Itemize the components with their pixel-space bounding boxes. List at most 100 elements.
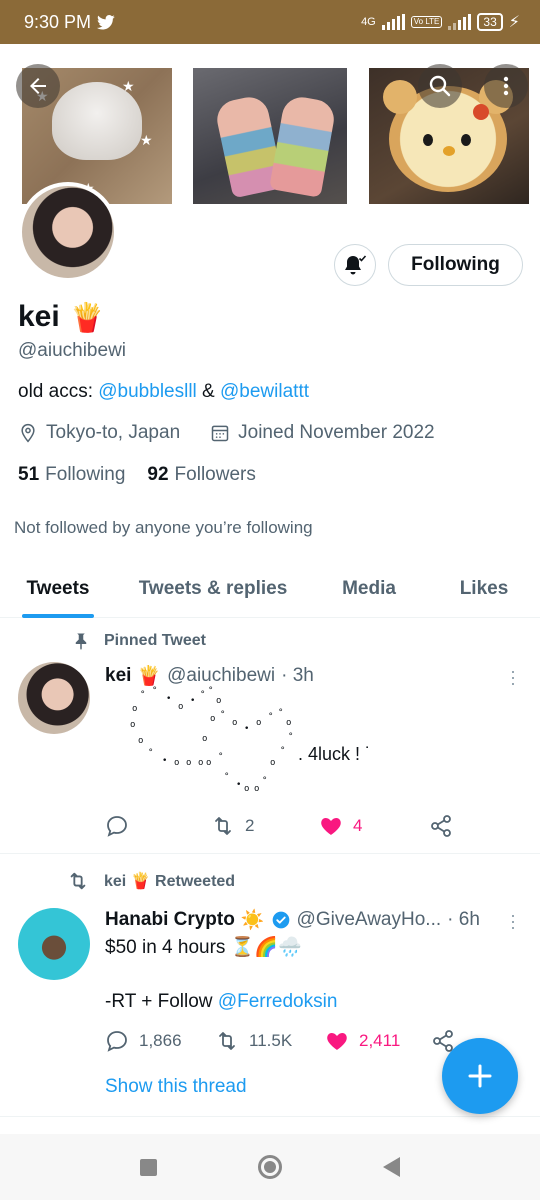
- not-followed-notice: Not followed by anyone you’re following: [14, 518, 313, 537]
- following-count: 51: [18, 464, 40, 485]
- sun-emoji: ☀️: [240, 910, 265, 931]
- like-count: 2,411: [359, 1031, 401, 1050]
- luck-text: . 4luck ! ˙: [298, 744, 372, 764]
- search-button[interactable]: [418, 64, 462, 108]
- profile-avatar[interactable]: [18, 182, 118, 282]
- following-button[interactable]: Following: [388, 244, 523, 286]
- tweet-avatar[interactable]: [18, 662, 90, 734]
- heart-filled-icon: [321, 818, 341, 835]
- android-nav-bar: [0, 1134, 540, 1200]
- bio-prefix: old accs:: [18, 381, 99, 402]
- reply-button[interactable]: 1,866: [105, 1029, 215, 1053]
- like-count: 4: [353, 816, 363, 835]
- more-vertical-icon: [503, 76, 509, 96]
- plus-icon: [468, 1064, 492, 1088]
- search-icon: [429, 75, 451, 97]
- profile-tabs: Tweets Tweets & replies Media Likes: [0, 560, 540, 618]
- status-time-text: 9:30 PM: [24, 11, 92, 32]
- tweet-text-rt: -RT + Follow: [105, 991, 218, 1012]
- fries-emoji: 🍟: [69, 301, 105, 333]
- retweet-context: kei 🍟 Retweeted: [66, 870, 235, 892]
- reply-icon: [107, 1031, 127, 1052]
- back-button[interactable]: [16, 64, 60, 108]
- followers-label: Followers: [174, 464, 256, 485]
- share-button[interactable]: [429, 814, 453, 838]
- profile-joined: Joined November 2022: [238, 422, 435, 443]
- location-pin-icon: [21, 423, 35, 443]
- retweet-count: 11.5K: [249, 1031, 293, 1050]
- tweet-mention-link[interactable]: @Ferredoksin: [218, 991, 338, 1012]
- status-bar: 9:30 PM 4G Vo LTE 33 ⚡: [0, 0, 540, 44]
- signal-icon: [381, 14, 405, 30]
- following-count-link[interactable]: 51 Following: [18, 464, 125, 486]
- show-thread-link[interactable]: Show this thread: [105, 1076, 247, 1098]
- retweet-button[interactable]: 2: [211, 814, 319, 838]
- reply-count: 1,866: [139, 1031, 182, 1050]
- more-options-button[interactable]: [484, 64, 528, 108]
- back-nav-button[interactable]: [382, 1157, 400, 1177]
- compose-tweet-button[interactable]: [442, 1038, 518, 1114]
- status-time: 9:30 PM: [24, 12, 115, 33]
- tab-likes[interactable]: Likes: [428, 560, 540, 618]
- retweet-icon: [70, 872, 86, 890]
- tweet-actions: 2 4: [105, 814, 465, 838]
- charging-icon: ⚡: [508, 14, 520, 31]
- retweet-count: 2: [245, 816, 255, 835]
- retweet-icon: [215, 817, 231, 835]
- bio-link-bubbleslll[interactable]: @bubbleslll: [98, 381, 197, 402]
- bio-link-bewilattt[interactable]: @bewilattt: [220, 381, 309, 402]
- bio-and: &: [196, 381, 221, 402]
- calendar-icon: [211, 425, 229, 442]
- recent-apps-button[interactable]: [140, 1158, 158, 1176]
- profile-name: kei 🍟: [18, 300, 105, 334]
- followers-count-link[interactable]: 92 Followers: [147, 464, 255, 486]
- tweet-text-line1: $50 in 4 hours ⏳🌈🌧️: [105, 937, 302, 958]
- followers-count: 92: [147, 464, 169, 485]
- heart-filled-icon: [327, 1033, 347, 1050]
- arrow-left-icon: [30, 78, 46, 94]
- pinned-context: Pinned Tweet: [72, 632, 206, 650]
- pin-icon: [75, 633, 87, 650]
- tweet-time: · 6h: [447, 909, 480, 930]
- signal-icon-2: [448, 14, 472, 30]
- tab-media[interactable]: Media: [310, 560, 428, 618]
- profile-location: Tokyo-to, Japan: [46, 422, 181, 443]
- retweeted-label: kei 🍟 Retweeted: [104, 873, 236, 890]
- profile-handle: @aiuchibewi: [18, 340, 127, 361]
- retweet-icon: [219, 1032, 235, 1050]
- tweet-header-hanabi: Hanabi Crypto ☀️ @GiveAwayHo... · 6h: [105, 908, 480, 932]
- reply-button[interactable]: [105, 814, 211, 838]
- like-button[interactable]: 4: [319, 814, 429, 838]
- tweet-divider: [0, 853, 540, 854]
- share-icon: [431, 815, 451, 837]
- notifications-bell-button[interactable]: [334, 244, 376, 286]
- battery-icon: 33: [477, 13, 503, 31]
- tweet-more-icon[interactable]: · · ·: [510, 662, 516, 692]
- volte-badge: Vo LTE: [410, 16, 443, 28]
- profile-meta: Tokyo-to, Japan Joined November 2022: [18, 422, 435, 444]
- tweet-heart-ascii: ° ° o • o • ° ° o oo ° o • o ° ° o oo ° ° • oo o…: [130, 686, 372, 794]
- following-label: Following: [45, 464, 126, 485]
- reply-icon: [107, 816, 127, 837]
- tab-tweets-replies[interactable]: Tweets & replies: [116, 560, 310, 618]
- like-button[interactable]: 2,411: [325, 1029, 431, 1053]
- pinned-label: Pinned Tweet: [104, 632, 206, 649]
- status-icons: 4G Vo LTE 33 ⚡: [361, 12, 520, 32]
- next-tweet-peek: [0, 1116, 540, 1134]
- follow-counts: 51 Following 92 Followers: [18, 464, 256, 486]
- retweet-button[interactable]: 11.5K: [215, 1029, 325, 1053]
- tweet-author-name[interactable]: Hanabi Crypto: [105, 909, 235, 931]
- tab-tweets[interactable]: Tweets: [0, 560, 116, 618]
- tweet-text-line2: -RT + Follow @Ferredoksin: [105, 988, 337, 1015]
- profile-bio: old accs: @bubbleslll & @bewilattt: [18, 381, 309, 403]
- bell-check-icon: [345, 255, 367, 275]
- tweet-author-handle: @GiveAwayHo...: [296, 909, 442, 930]
- network-type: 4G: [361, 16, 376, 28]
- profile-name-text: kei: [18, 300, 60, 333]
- twitter-notification-icon: [97, 14, 115, 29]
- home-button[interactable]: [257, 1155, 282, 1179]
- verified-badge-icon: [272, 911, 289, 929]
- tweet-more-icon[interactable]: · · ·: [510, 906, 516, 936]
- tweet-avatar-hanabi[interactable]: [18, 908, 90, 980]
- tweet-actions-hanabi: 1,866 11.5K 2,411: [105, 1029, 465, 1053]
